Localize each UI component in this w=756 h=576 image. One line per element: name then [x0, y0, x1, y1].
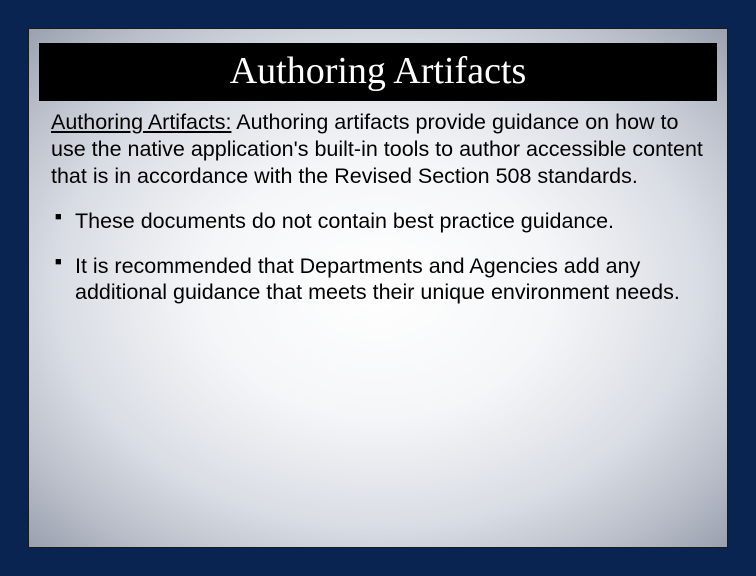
slide-title: Authoring Artifacts: [39, 43, 717, 101]
intro-label: Authoring Artifacts:: [51, 110, 231, 134]
bullet-list: These documents do not contain best prac…: [51, 208, 705, 307]
slide: Authoring Artifacts Authoring Artifacts:…: [28, 28, 728, 548]
intro-paragraph: Authoring Artifacts: Authoring artifacts…: [51, 109, 705, 190]
list-item: It is recommended that Departments and A…: [55, 253, 705, 307]
list-item: These documents do not contain best prac…: [55, 208, 705, 235]
slide-content: Authoring Artifacts: Authoring artifacts…: [29, 109, 727, 306]
